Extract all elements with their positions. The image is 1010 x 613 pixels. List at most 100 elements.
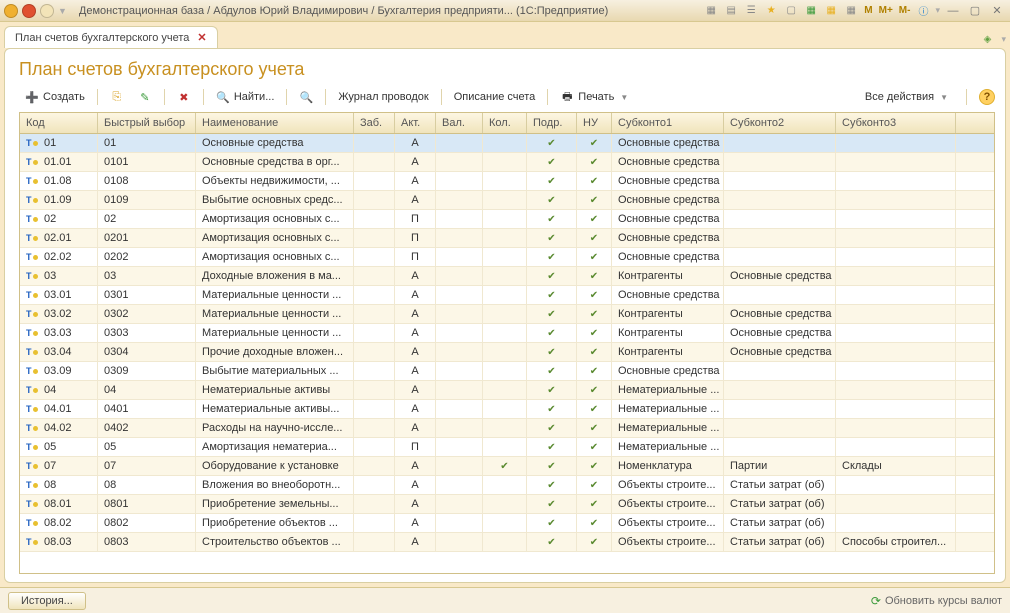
cell: П	[395, 210, 436, 228]
page-icon[interactable]: ▢	[783, 4, 799, 18]
cell: Амортизация основных с...	[196, 229, 354, 247]
nav-back-icon[interactable]	[22, 4, 36, 18]
table-row[interactable]: T0404Нематериальные активыА✔✔Нематериаль…	[20, 381, 994, 400]
col-podr[interactable]: Подр.	[527, 113, 577, 133]
refresh-rates[interactable]: ⟳ Обновить курсы валют	[871, 594, 1002, 608]
copy-button[interactable]: ⎘	[104, 88, 130, 106]
cell	[354, 476, 395, 494]
cell: T01.09	[20, 191, 98, 209]
col-act[interactable]: Акт.	[395, 113, 436, 133]
col-s1[interactable]: Субконто1	[612, 113, 724, 133]
table-row[interactable]: T0101Основные средстваА✔✔Основные средст…	[20, 134, 994, 153]
m-plus-indicator[interactable]: M+	[879, 5, 893, 16]
table-row[interactable]: T02.010201Амортизация основных с...П✔✔Ос…	[20, 229, 994, 248]
col-s2[interactable]: Субконто2	[724, 113, 836, 133]
col-nu[interactable]: НУ	[577, 113, 612, 133]
table-row[interactable]: T01.010101Основные средства в орг...А✔✔О…	[20, 153, 994, 172]
cell	[724, 438, 836, 456]
table-icon[interactable]: ▦	[803, 4, 819, 18]
table-row[interactable]: T01.090109Выбытие основных средс...А✔✔Ос…	[20, 191, 994, 210]
calc-icon[interactable]: ▦	[823, 4, 839, 18]
maximize-button[interactable]: ▢	[966, 4, 984, 18]
create-button[interactable]: ➕ Создать	[19, 88, 91, 106]
description-button[interactable]: Описание счета	[448, 89, 542, 105]
close-button[interactable]: ✕	[988, 4, 1006, 18]
table-row[interactable]: T08.030803Строительство объектов ...А✔✔О…	[20, 533, 994, 552]
minimize-button[interactable]: —	[944, 4, 962, 18]
calendar-icon[interactable]: ▦	[843, 4, 859, 18]
list-icon[interactable]: ☰	[743, 4, 759, 18]
all-actions-label: Все действия	[865, 91, 934, 103]
col-zab[interactable]: Заб.	[354, 113, 395, 133]
cell: T05	[20, 438, 98, 456]
table-row[interactable]: T01.080108Объекты недвижимости, ...А✔✔Ос…	[20, 172, 994, 191]
dropdown-icon[interactable]: ▼	[58, 6, 67, 16]
table-row[interactable]: T03.040304Прочие доходные вложен...А✔✔Ко…	[20, 343, 994, 362]
cell: ✔	[527, 229, 577, 247]
journal-button[interactable]: Журнал проводок	[332, 89, 434, 105]
nav-forward-icon[interactable]	[40, 4, 54, 18]
edit-button[interactable]: ✎	[132, 88, 158, 106]
col-s3[interactable]: Субконто3	[836, 113, 956, 133]
panel-nav-icon[interactable]: ◈	[979, 32, 995, 46]
table-row[interactable]: T03.010301Материальные ценности ...А✔✔Ос…	[20, 286, 994, 305]
table-row[interactable]: T04.020402Расходы на научно-иссле...А✔✔Н…	[20, 419, 994, 438]
grid-body[interactable]: T0101Основные средстваА✔✔Основные средст…	[20, 134, 994, 573]
clear-filter-button[interactable]: 🔍	[293, 88, 319, 106]
cell: T03.04	[20, 343, 98, 361]
col-code[interactable]: Код	[20, 113, 98, 133]
col-name[interactable]: Наименование	[196, 113, 354, 133]
table-row[interactable]: T03.020302Материальные ценности ...А✔✔Ко…	[20, 305, 994, 324]
refresh-label: Обновить курсы валют	[885, 595, 1002, 607]
table-row[interactable]: T08.010801Приобретение земельны...А✔✔Объ…	[20, 495, 994, 514]
cell: Материальные ценности ...	[196, 286, 354, 304]
info-dropdown-icon[interactable]: ▾	[935, 5, 940, 16]
all-actions-button[interactable]: Все действия ▼	[859, 89, 954, 105]
col-quick[interactable]: Быстрый выбор	[98, 113, 196, 133]
table-row[interactable]: T02.020202Амортизация основных с...П✔✔Ос…	[20, 248, 994, 267]
table-row[interactable]: T03.090309Выбытие материальных ...А✔✔Осн…	[20, 362, 994, 381]
find-button[interactable]: 🔍 Найти...	[210, 88, 281, 106]
cell: Приобретение земельны...	[196, 495, 354, 513]
app-icon[interactable]	[4, 4, 18, 18]
doc-icon[interactable]: ▤	[723, 4, 739, 18]
cell: ✔	[527, 457, 577, 475]
table-row[interactable]: T0808Вложения во внеоборотн...А✔✔Объекты…	[20, 476, 994, 495]
cell: ✔	[527, 343, 577, 361]
cell: 0304	[98, 343, 196, 361]
delete-button[interactable]: ✖	[171, 88, 197, 106]
m-indicator[interactable]: M	[864, 5, 872, 16]
star-icon[interactable]: ★	[763, 4, 779, 18]
table-row[interactable]: T08.020802Приобретение объектов ...А✔✔Об…	[20, 514, 994, 533]
panel-dropdown-icon[interactable]: ▾	[1001, 34, 1006, 45]
print-button[interactable]: 🖶 Печать ▼	[554, 88, 634, 106]
col-qty[interactable]: Кол.	[483, 113, 527, 133]
table-row[interactable]: T0303Доходные вложения в ма...А✔✔Контраг…	[20, 267, 994, 286]
cell	[483, 362, 527, 380]
table-row[interactable]: T0505Амортизация нематериа...П✔✔Нематери…	[20, 438, 994, 457]
table-row[interactable]: T0202Амортизация основных с...П✔✔Основны…	[20, 210, 994, 229]
help-button[interactable]: ?	[979, 89, 995, 105]
cell	[836, 495, 956, 513]
col-val[interactable]: Вал.	[436, 113, 483, 133]
grid-icon[interactable]: ▦	[703, 4, 719, 18]
table-row[interactable]: T04.010401Нематериальные активы...А✔✔Нем…	[20, 400, 994, 419]
cell: Основные средства	[724, 267, 836, 285]
cell	[354, 381, 395, 399]
history-button[interactable]: История...	[8, 592, 86, 610]
cell	[354, 438, 395, 456]
cell	[483, 229, 527, 247]
table-row[interactable]: T03.030303Материальные ценности ...А✔✔Ко…	[20, 324, 994, 343]
cell: Амортизация основных с...	[196, 248, 354, 266]
info-icon[interactable]: ⓘ	[915, 4, 931, 18]
tab-active[interactable]: План счетов бухгалтерского учета ✕	[4, 26, 218, 48]
cell	[436, 286, 483, 304]
cell: А	[395, 343, 436, 361]
cell	[436, 419, 483, 437]
cell	[836, 362, 956, 380]
cell: T02.02	[20, 248, 98, 266]
table-row[interactable]: T0707Оборудование к установкеА✔✔✔Номенкл…	[20, 457, 994, 476]
m-minus-indicator[interactable]: M-	[899, 5, 911, 16]
tab-close-icon[interactable]: ✕	[197, 31, 206, 44]
cell	[724, 286, 836, 304]
